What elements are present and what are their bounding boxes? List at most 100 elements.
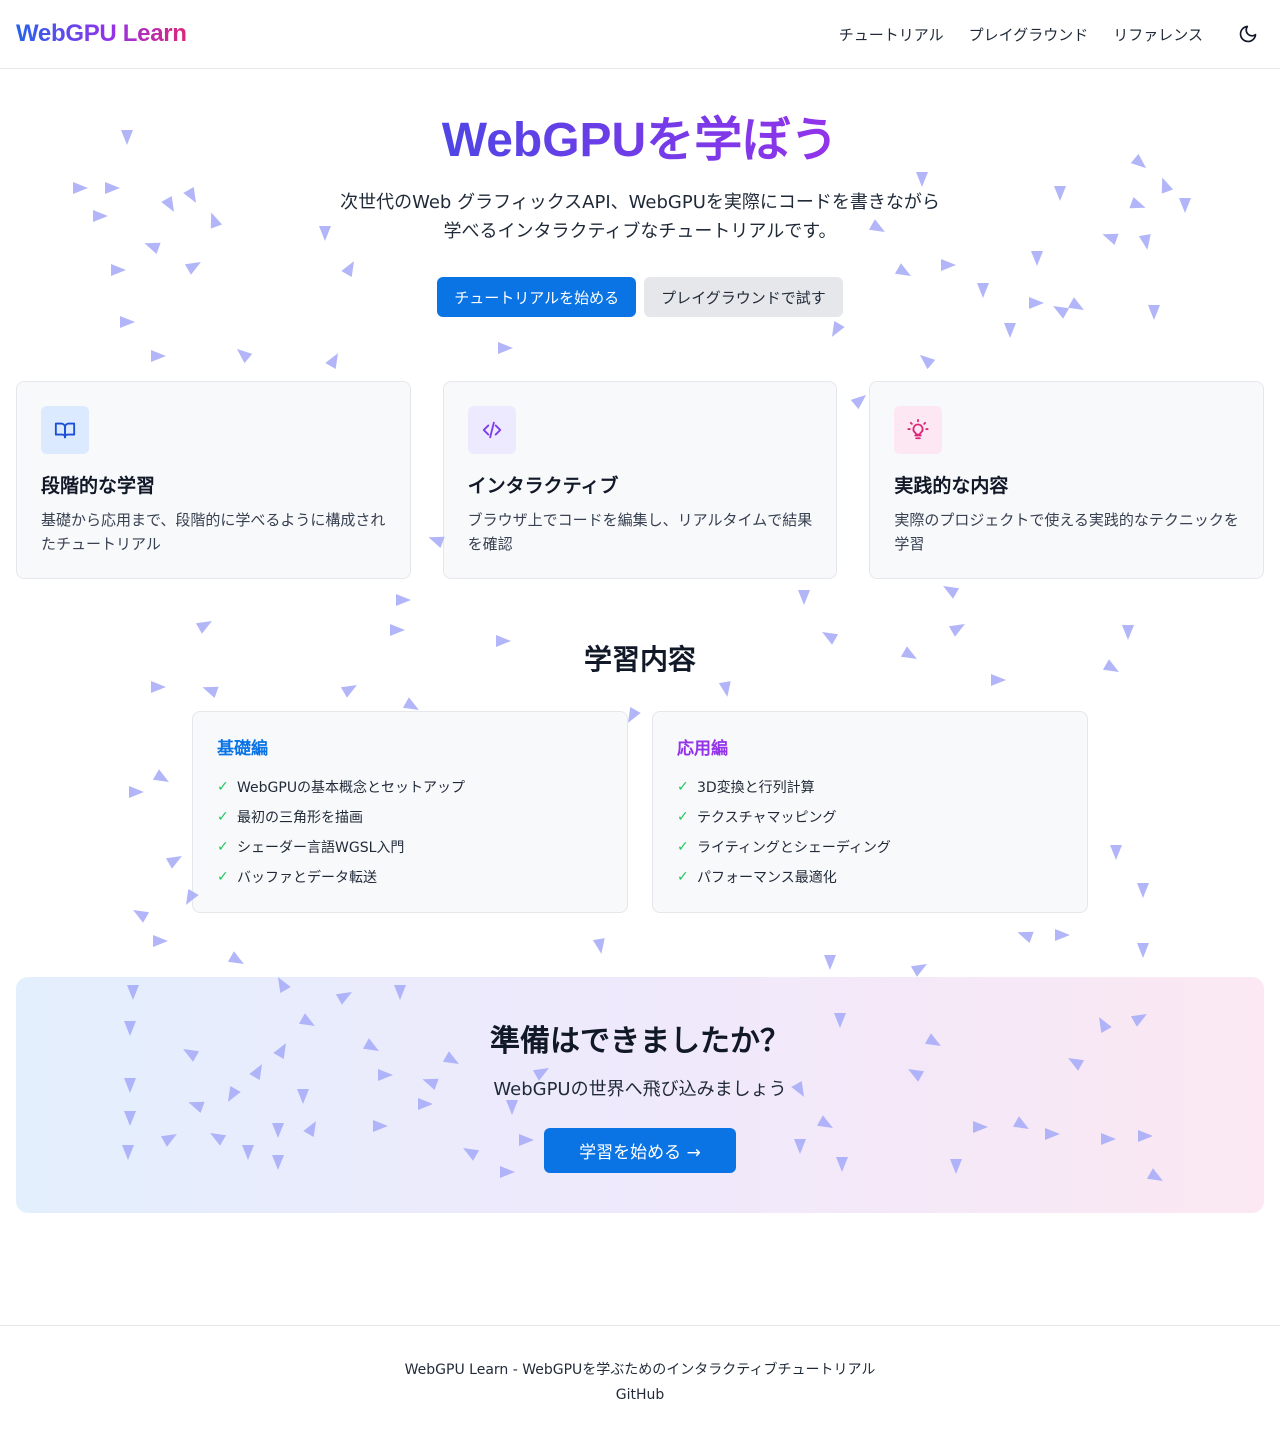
particle-triangle [910, 964, 927, 977]
main-nav: チュートリアル プレイグラウンド リファレンス [839, 22, 1260, 46]
list-item: ✓ 最初の三角形を描画 [217, 802, 603, 832]
nav-tutorial-link[interactable]: チュートリアル [839, 24, 944, 45]
curriculum-basic-title: 基礎編 [217, 739, 268, 759]
check-icon: ✓ [677, 839, 689, 855]
particle-triangle [133, 910, 150, 923]
feature-description: 基礎から応用まで、段階的に学べるように構成されたチュートリアル [41, 511, 386, 553]
feature-card-interactive: インタラクティブ ブラウザ上でコードを編集し、リアルタイムで結果を確認 [442, 381, 838, 579]
particle-triangle [184, 262, 201, 275]
particle-triangle [227, 951, 244, 964]
theme-toggle-button[interactable] [1236, 22, 1260, 46]
particle-triangle [161, 195, 174, 212]
list-item-label: 3D変換と行列計算 [697, 780, 815, 796]
code-icon [482, 421, 501, 439]
check-icon: ✓ [677, 779, 689, 795]
list-item-label: ライティングとシェーディング [697, 840, 891, 856]
lightbulb-icon [907, 419, 929, 440]
list-item: ✓ WebGPUの基本概念とセットアップ [217, 772, 603, 802]
cta-title: 準備はできましたか？ [490, 1024, 790, 1059]
particle-triangle [151, 681, 166, 693]
hero-subtitle-line2: 学べるインタラクティブなチュートリアルです。 [443, 221, 837, 242]
check-icon: ✓ [217, 869, 229, 885]
start-tutorial-button[interactable]: チュートリアルを始める [437, 277, 637, 317]
cta-section: 準備はできましたか？ WebGPUの世界へ飛び込みましょう 学習を始める → [16, 977, 1264, 1213]
features-section: 段階的な学習 基礎から応用まで、段階的に学べるように構成されたチュートリアル イ… [16, 381, 1265, 579]
list-item: ✓ 3D変換と行列計算 [677, 772, 1063, 802]
list-item: ✓ テクスチャマッピング [677, 802, 1063, 832]
feature-description: ブラウザ上でコードを編集し、リアルタイムで結果を確認 [467, 511, 813, 553]
logo-link[interactable]: WebGPU Learn [16, 20, 187, 48]
particle-triangle [396, 594, 411, 606]
check-icon: ✓ [217, 779, 229, 795]
particle-triangle [498, 342, 513, 354]
list-item-label: シェーダー言語WGSL入門 [237, 840, 405, 856]
list-item-label: WebGPUの基本概念とセットアップ [237, 780, 466, 796]
particle-triangle [236, 348, 253, 364]
particle-triangle [340, 685, 357, 698]
particle-triangle [943, 586, 960, 599]
book-icon [54, 422, 76, 439]
feature-icon-box [467, 406, 516, 454]
check-icon: ✓ [217, 809, 229, 825]
particle-triangle [93, 210, 108, 222]
check-icon: ✓ [677, 809, 689, 825]
particle-triangle [1122, 625, 1134, 640]
moon-icon [1239, 25, 1257, 43]
feature-title: 段階的な学習 [41, 475, 156, 497]
curriculum-basic-list: ✓ WebGPUの基本概念とセットアップ ✓ 最初の三角形を描画 ✓ シェーダー言語W… [217, 772, 603, 892]
site-header: WebGPU Learn チュートリアル プレイグラウンド リファレンス [0, 0, 1280, 69]
particle-triangle [105, 182, 120, 194]
curriculum-section: 基礎編 ✓ WebGPUの基本概念とセットアップ ✓ 最初の三角形を描画 ✓ シェーダ… [192, 711, 1088, 913]
particle-triangle [1031, 251, 1043, 266]
list-item: ✓ ライティングとシェーディング [677, 832, 1063, 862]
particle-triangle [1054, 186, 1066, 201]
particle-triangle [1004, 323, 1016, 338]
list-item: ✓ シェーダー言語WGSL入門 [217, 832, 603, 862]
particle-triangle [948, 624, 965, 637]
list-item: ✓ パフォーマンス最適化 [677, 862, 1063, 892]
particle-triangle [165, 856, 182, 869]
check-icon: ✓ [677, 869, 689, 885]
curriculum-card-basic: 基礎編 ✓ WebGPUの基本概念とセットアップ ✓ 最初の三角形を描画 ✓ シェーダ… [192, 711, 628, 913]
list-item-label: バッファとデータ転送 [237, 870, 377, 886]
hero-buttons: チュートリアルを始める プレイグラウンドで試す [0, 277, 1280, 317]
particle-triangle [195, 621, 212, 634]
feature-card-practical: 実践的な内容 実際のプロジェクトで使える実践的なテクニックを学習 [869, 381, 1265, 579]
list-item: ✓ バッファとデータ転送 [217, 862, 603, 892]
particle-triangle [111, 264, 126, 276]
particle-triangle [1017, 931, 1034, 944]
try-playground-button[interactable]: プレイグラウンドで試す [644, 277, 843, 317]
particle-triangle [1138, 234, 1151, 250]
particle-triangle [120, 316, 135, 328]
particle-triangle [1137, 943, 1149, 958]
particle-triangle [152, 769, 169, 782]
particle-triangle [183, 186, 196, 203]
nav-reference-link[interactable]: リファレンス [1113, 24, 1203, 45]
curriculum-advanced-list: ✓ 3D変換と行列計算 ✓ テクスチャマッピング ✓ ライティングとシェーディング ✓… [677, 772, 1063, 892]
particle-triangle [341, 261, 354, 278]
nav-playground-link[interactable]: プレイグラウンド [969, 24, 1089, 45]
particle-triangle [1102, 233, 1119, 246]
start-learning-button[interactable]: 学習を始める → [544, 1128, 736, 1173]
particle-triangle [1110, 845, 1122, 860]
feature-icon-box [41, 406, 89, 454]
particle-triangle [129, 786, 144, 798]
particle-triangle [1179, 198, 1191, 213]
feature-title: インタラクティブ [467, 475, 619, 497]
hero-subtitle: 次世代のWeb グラフィックスAPI、WebGPUを実際にコードを書きながら 学… [290, 188, 990, 246]
list-item-label: 最初の三角形を描画 [237, 810, 363, 826]
particle-triangle [144, 242, 161, 255]
particle-triangle [718, 681, 731, 697]
feature-card-stepwise: 段階的な学習 基礎から応用まで、段階的に学べるように構成されたチュートリアル [16, 381, 411, 579]
feature-icon-box [894, 406, 943, 454]
particle-triangle [798, 590, 810, 605]
check-icon: ✓ [217, 839, 229, 855]
particle-triangle [592, 938, 605, 954]
particle-triangle [390, 624, 405, 636]
list-item-label: パフォーマンス最適化 [697, 870, 837, 886]
cta-subtitle: WebGPUの世界へ飛び込みましょう [493, 1079, 787, 1100]
particle-triangle [916, 172, 928, 187]
hero-title-text: WebGPUを学ぼう [441, 114, 839, 167]
github-link[interactable]: GitHub [0, 1387, 1280, 1403]
particle-triangle [325, 353, 338, 370]
